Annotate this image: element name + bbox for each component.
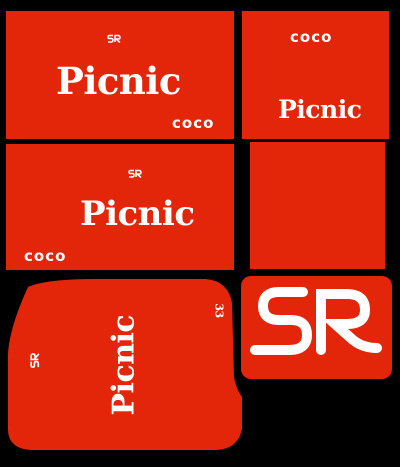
card-plain [250,142,385,269]
monogram-small-icon-vertical [30,353,41,369]
picnic-wordmark: Picnic [80,194,195,234]
coco-logo: coco [172,114,215,132]
side-number-mark: 33 [212,303,226,318]
monogram-small-icon [128,169,142,179]
card-large-middle: Picnic coco [6,144,234,270]
picnic-wordmark: Picnic [278,95,362,124]
card-small-top: coco Picnic [242,11,389,139]
monogram-small-icon [107,34,121,44]
picnic-wordmark: Picnic [56,59,181,103]
card-large-top: Picnic coco [6,11,234,139]
pouch-shape: Picnic 33 [6,279,242,450]
monogram-card [241,276,392,379]
picnic-wordmark-vertical: Picnic [106,314,142,416]
coco-logo: coco [290,28,333,46]
coco-logo: coco [24,247,67,265]
sfr-monogram-icon [250,287,382,355]
